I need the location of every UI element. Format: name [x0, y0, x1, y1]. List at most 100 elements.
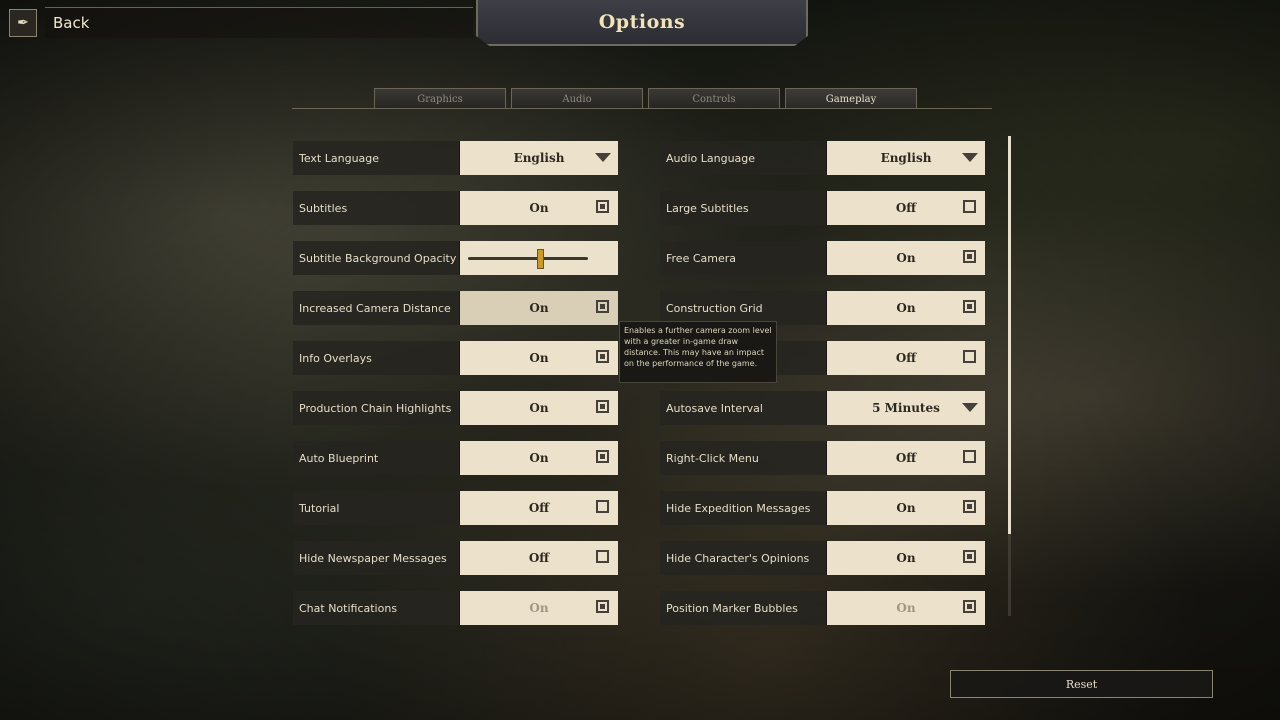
setting-row-autosave-interval: Autosave Interval 5 Minutes — [660, 391, 986, 425]
checkbox-icon[interactable] — [596, 400, 609, 413]
scrollbar-thumb[interactable] — [1008, 136, 1011, 535]
reset-button[interactable]: Reset — [950, 670, 1213, 698]
toggle-control[interactable]: On — [460, 441, 618, 475]
toggle-value: On — [529, 451, 549, 465]
toggle-control[interactable]: Off — [827, 341, 985, 375]
toggle-control[interactable]: On — [460, 591, 618, 625]
slider-handle[interactable] — [537, 249, 544, 269]
checkbox-icon[interactable] — [963, 450, 976, 463]
setting-row-hide-character-s-opinions: Hide Character's Opinions On — [660, 541, 986, 575]
setting-row-info-overlays: Info Overlays On — [293, 341, 619, 375]
dropdown-select[interactable]: English — [460, 141, 618, 175]
toggle-control[interactable]: Off — [460, 541, 618, 575]
title-plate: Options — [476, 0, 808, 46]
tab-graphics[interactable]: Graphics — [374, 88, 506, 109]
setting-label: Subtitles — [293, 191, 460, 225]
toggle-value: On — [896, 551, 916, 565]
toggle-control[interactable]: On — [827, 241, 985, 275]
toggle-control[interactable]: On — [827, 491, 985, 525]
tab-controls[interactable]: Controls — [648, 88, 780, 109]
checkbox-icon[interactable] — [963, 500, 976, 513]
dropdown-arrow-icon[interactable] — [962, 153, 978, 162]
back-button[interactable]: ✒ — [9, 9, 37, 37]
toggle-control[interactable]: On — [460, 191, 618, 225]
settings-column-left: Text Language English Subtitles On Subtitle … — [293, 141, 619, 641]
setting-label: Tutorial — [293, 491, 460, 525]
toggle-control[interactable]: Off — [827, 441, 985, 475]
toggle-value: On — [529, 401, 549, 415]
toggle-value: Off — [528, 551, 550, 565]
scrollbar[interactable] — [1008, 136, 1011, 616]
checkbox-icon[interactable] — [596, 200, 609, 213]
tooltip: Enables a further camera zoom level with… — [619, 321, 777, 383]
setting-label: Text Language — [293, 141, 460, 175]
checkbox-icon[interactable] — [596, 550, 609, 563]
toggle-control[interactable]: Off — [460, 491, 618, 525]
tab-divider — [292, 108, 992, 109]
slider-track[interactable] — [468, 257, 588, 260]
toggle-control[interactable]: On — [460, 341, 618, 375]
setting-row-production-chain-highlights: Production Chain Highlights On — [293, 391, 619, 425]
quill-icon: ✒ — [17, 15, 29, 31]
setting-label: Increased Camera Distance — [293, 291, 460, 325]
dropdown-arrow-icon[interactable] — [595, 153, 611, 162]
setting-label: Free Camera — [660, 241, 827, 275]
setting-row-construction-grid: Construction Grid On — [660, 291, 986, 325]
dropdown-select[interactable]: 5 Minutes — [827, 391, 985, 425]
toggle-value: Off — [528, 501, 550, 515]
setting-label: Chat Notifications — [293, 591, 460, 625]
checkbox-icon[interactable] — [963, 350, 976, 363]
opacity-slider[interactable] — [460, 241, 618, 275]
toggle-control[interactable]: On — [460, 291, 618, 325]
toggle-control[interactable]: On — [460, 391, 618, 425]
tab-gameplay[interactable]: Gameplay — [785, 88, 917, 109]
setting-label: Hide Character's Opinions — [660, 541, 827, 575]
setting-label: Hide Expedition Messages — [660, 491, 827, 525]
toggle-control[interactable]: On — [827, 291, 985, 325]
setting-label: Autosave Interval — [660, 391, 827, 425]
setting-row-subtitle-background-opacity: Subtitle Background Opacity — [293, 241, 619, 275]
back-label[interactable]: Back — [45, 7, 473, 38]
checkbox-icon[interactable] — [596, 350, 609, 363]
setting-label: Production Chain Highlights — [293, 391, 460, 425]
toggle-control[interactable]: On — [827, 541, 985, 575]
toggle-value: On — [529, 301, 549, 315]
setting-label: Info Overlays — [293, 341, 460, 375]
setting-label: Hide Newspaper Messages — [293, 541, 460, 575]
setting-row-chat-notifications: Chat Notifications On — [293, 591, 619, 625]
toggle-value: On — [896, 601, 916, 615]
setting-row-position-marker-bubbles: Position Marker Bubbles On — [660, 591, 986, 625]
checkbox-icon[interactable] — [596, 500, 609, 513]
toggle-control[interactable]: Off — [827, 191, 985, 225]
toggle-control[interactable]: On — [827, 591, 985, 625]
setting-label: Auto Blueprint — [293, 441, 460, 475]
setting-label: Audio Language — [660, 141, 827, 175]
tab-bar: Graphics Audio Controls Gameplay — [374, 88, 917, 109]
setting-row-text-language: Text Language English — [293, 141, 619, 175]
setting-row-large-subtitles: Large Subtitles Off — [660, 191, 986, 225]
setting-row-audio-language: Audio Language English — [660, 141, 986, 175]
setting-row-subtitles: Subtitles On — [293, 191, 619, 225]
checkbox-icon[interactable] — [963, 200, 976, 213]
checkbox-icon[interactable] — [596, 600, 609, 613]
checkbox-icon[interactable] — [963, 300, 976, 313]
checkbox-icon[interactable] — [963, 250, 976, 263]
checkbox-icon[interactable] — [963, 550, 976, 563]
toggle-value: On — [896, 251, 916, 265]
checkbox-icon[interactable] — [596, 300, 609, 313]
checkbox-icon[interactable] — [963, 600, 976, 613]
page-title: Options — [598, 11, 686, 33]
setting-label: Position Marker Bubbles — [660, 591, 827, 625]
checkbox-icon[interactable] — [596, 450, 609, 463]
tab-audio[interactable]: Audio — [511, 88, 643, 109]
toggle-value: On — [896, 501, 916, 515]
setting-row-tutorial: Tutorial Off — [293, 491, 619, 525]
dropdown-arrow-icon[interactable] — [962, 403, 978, 412]
toggle-value: On — [529, 351, 549, 365]
dropdown-select[interactable]: English — [827, 141, 985, 175]
setting-label: Subtitle Background Opacity — [293, 241, 460, 275]
toggle-value: Off — [895, 451, 917, 465]
setting-label: Right-Click Menu — [660, 441, 827, 475]
setting-row-increased-camera-distance: Increased Camera Distance On — [293, 291, 619, 325]
toggle-value: On — [529, 601, 549, 615]
